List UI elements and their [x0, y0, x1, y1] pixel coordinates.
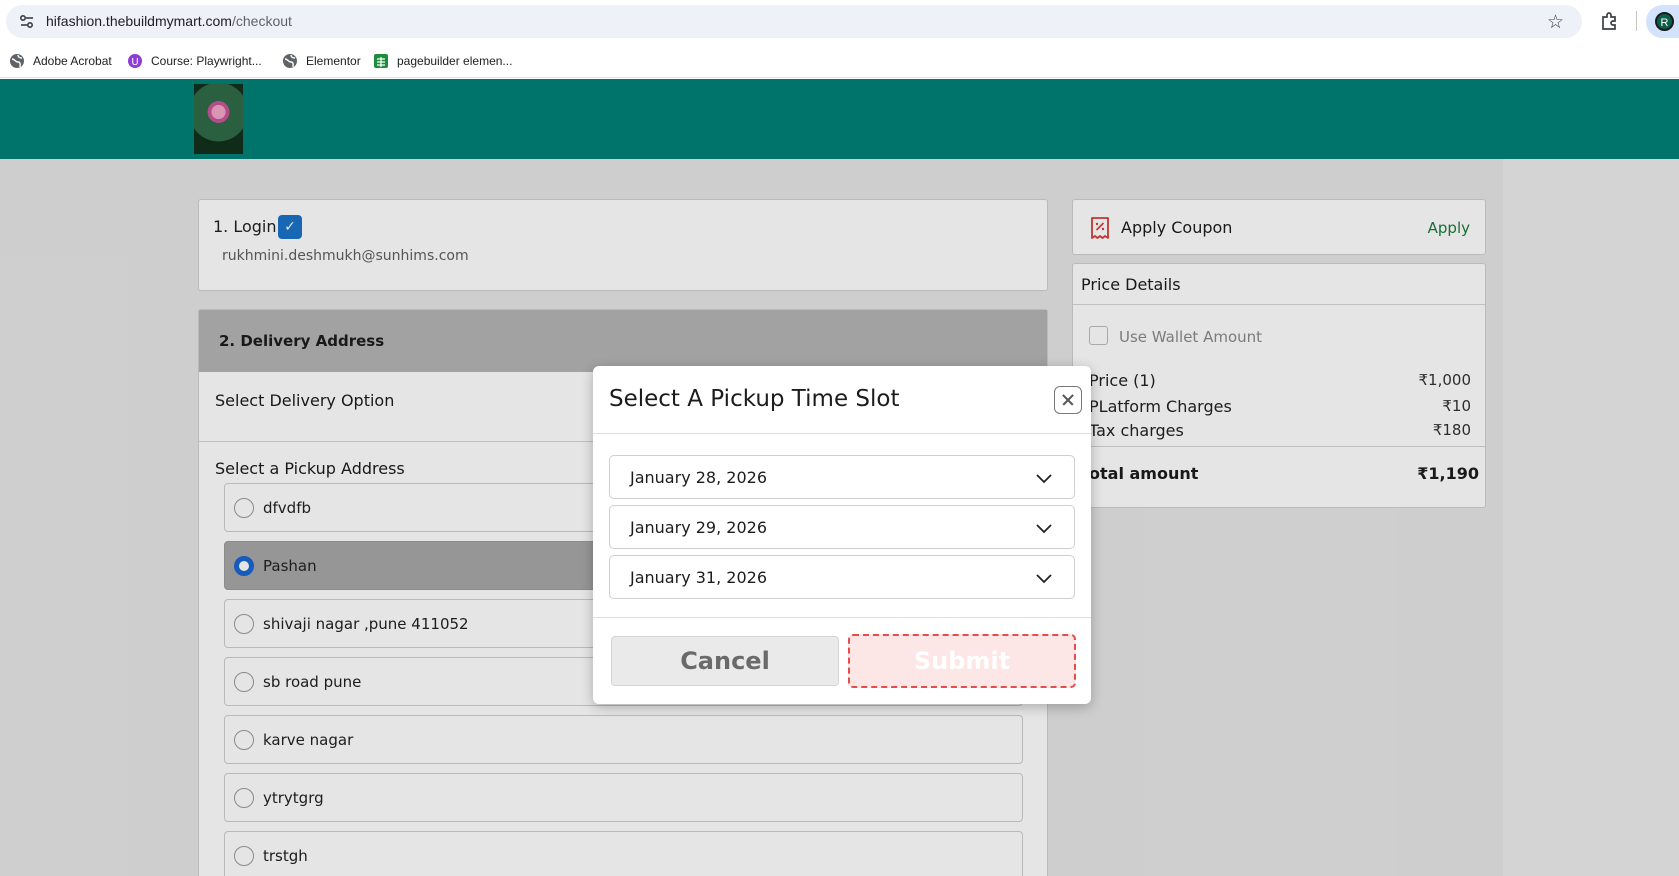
- date-dropdown[interactable]: January 31, 2026: [609, 555, 1075, 599]
- url-path: /checkout: [231, 13, 292, 29]
- pickup-time-slot-modal: Select A Pickup Time Slot January 28, 20…: [593, 366, 1091, 704]
- modal-divider: [593, 433, 1091, 434]
- cancel-button[interactable]: Cancel: [611, 636, 839, 686]
- bookmark-label: Course: Playwright...: [151, 54, 262, 68]
- bookmark-label: pagebuilder elemen...: [397, 54, 513, 68]
- chevron-down-icon: [1036, 524, 1052, 534]
- globe-icon: [283, 54, 297, 68]
- globe-icon: [10, 54, 24, 68]
- profile-button[interactable]: R: [1646, 5, 1679, 38]
- bookmark-label: Elementor: [306, 54, 361, 68]
- url-host: hifashion.thebuildmymart.com: [46, 13, 232, 29]
- date-dropdown[interactable]: January 28, 2026: [609, 455, 1075, 499]
- sheets-icon: [374, 54, 388, 68]
- toolbar-separator: [1636, 11, 1637, 31]
- chevron-down-icon: [1036, 474, 1052, 484]
- close-icon[interactable]: [1054, 386, 1082, 414]
- modal-title: Select A Pickup Time Slot: [609, 386, 900, 412]
- date-label: January 29, 2026: [630, 518, 767, 537]
- site-info-icon[interactable]: [18, 13, 36, 31]
- checkout-page: 1. Login ✓ rukhmini.deshmukh@sunhims.com…: [0, 79, 1679, 876]
- bookmark-course[interactable]: U Course: Playwright...: [127, 51, 262, 71]
- bookmark-elementor[interactable]: Elementor: [282, 51, 361, 71]
- svg-text:U: U: [131, 57, 138, 68]
- chevron-down-icon: [1036, 574, 1052, 584]
- date-label: January 28, 2026: [630, 468, 767, 487]
- bookmark-star-icon[interactable]: ☆: [1547, 11, 1564, 33]
- extensions-icon[interactable]: [1599, 10, 1621, 32]
- bookmark-pagebuilder[interactable]: pagebuilder elemen...: [373, 51, 512, 71]
- submit-button[interactable]: Submit: [848, 634, 1076, 688]
- date-label: January 31, 2026: [630, 568, 767, 587]
- course-icon: U: [128, 54, 142, 68]
- date-dropdown[interactable]: January 29, 2026: [609, 505, 1075, 549]
- bookmarks-bar: Adobe Acrobat U Course: Playwright... El…: [0, 43, 1679, 78]
- browser-toolbar: hifashion.thebuildmymart.com/checkout ☆ …: [0, 0, 1679, 43]
- bookmark-adobe-acrobat[interactable]: Adobe Acrobat: [9, 51, 112, 71]
- profile-avatar: R: [1655, 12, 1674, 31]
- bookmark-label: Adobe Acrobat: [33, 54, 112, 68]
- address-bar[interactable]: hifashion.thebuildmymart.com/checkout ☆: [6, 5, 1582, 38]
- url-text[interactable]: hifashion.thebuildmymart.com/checkout: [46, 13, 292, 29]
- modal-divider: [593, 617, 1091, 618]
